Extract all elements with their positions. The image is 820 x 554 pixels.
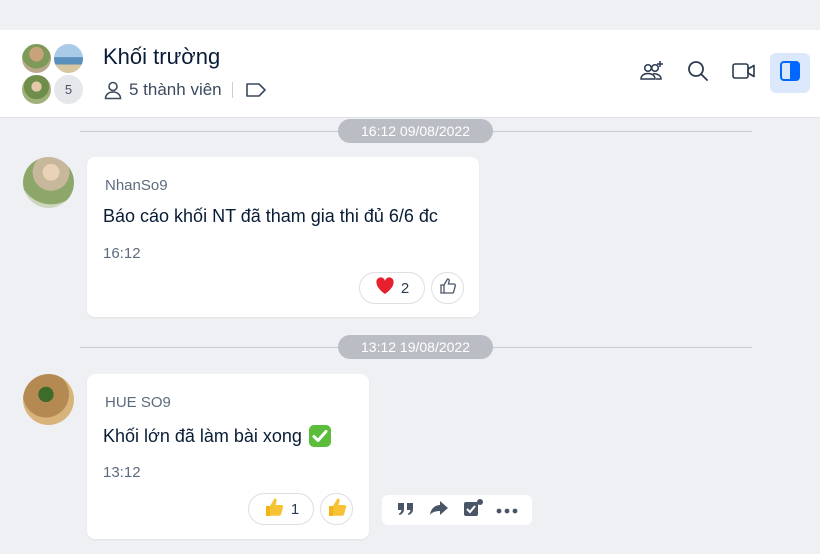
chat-header: 5 Khối trường 5 thành viên — [0, 30, 820, 118]
video-call-button[interactable] — [724, 53, 764, 93]
member-count: 5 thành viên — [129, 80, 222, 99]
reaction-badge[interactable]: 1 — [248, 493, 314, 525]
member-avatar — [20, 42, 53, 75]
message-time: 16:12 — [103, 245, 141, 262]
message-time: 13:12 — [103, 464, 141, 481]
thumbs-up-icon — [263, 496, 285, 522]
reaction-count: 2 — [400, 279, 410, 297]
task-icon[interactable] — [462, 498, 484, 523]
label-tag-icon[interactable] — [245, 82, 267, 98]
divider — [231, 82, 233, 98]
add-member-button[interactable] — [632, 53, 672, 93]
message-text: Khối lớn đã làm bài xong — [103, 425, 302, 446]
forward-icon[interactable] — [428, 499, 450, 522]
extra-member-count: 5 — [52, 73, 85, 106]
message-bubble[interactable]: NhanSo9 Báo cáo khối NT đã tham gia thi … — [87, 157, 479, 317]
date-separator: 16:12 09/08/2022 — [338, 119, 493, 143]
date-separator: 13:12 19/08/2022 — [338, 335, 493, 359]
group-avatar[interactable]: 5 — [20, 42, 90, 108]
sender-avatar[interactable] — [23, 374, 74, 425]
add-member-icon — [639, 59, 665, 88]
group-meta: 5 thành viên — [103, 80, 267, 100]
search-button[interactable] — [678, 53, 718, 93]
sender-name: HUE SO9 — [105, 394, 171, 411]
message-text-row: Khối lớn đã làm bài xong — [103, 424, 332, 448]
member-avatar — [20, 73, 53, 106]
more-icon[interactable] — [496, 501, 518, 519]
group-title[interactable]: Khối trường — [103, 44, 220, 70]
check-mark-icon — [308, 424, 332, 448]
reaction-badge[interactable]: 2 — [359, 272, 425, 304]
person-icon — [103, 80, 123, 100]
top-strip — [0, 0, 820, 30]
message-bubble[interactable]: HUE SO9 Khối lớn đã làm bài xong 13:12 1 — [87, 374, 369, 539]
quote-icon[interactable] — [396, 499, 416, 522]
reaction-count: 1 — [290, 500, 300, 518]
react-button[interactable] — [320, 493, 353, 525]
sender-name: NhanSo9 — [105, 177, 168, 194]
sender-avatar[interactable] — [23, 157, 74, 208]
search-icon — [686, 59, 710, 88]
members-button[interactable]: 5 thành viên — [103, 80, 222, 100]
message-text: Báo cáo khối NT đã tham gia thi đủ 6/6 đ… — [103, 206, 438, 226]
thumbs-up-icon — [326, 496, 348, 522]
sidebar-toggle-button[interactable] — [770, 53, 810, 93]
react-button[interactable] — [431, 272, 464, 304]
message-actions — [382, 495, 532, 525]
video-call-icon — [731, 60, 757, 87]
member-avatar — [52, 42, 85, 75]
heart-icon — [375, 277, 395, 299]
sidebar-toggle-icon — [779, 60, 801, 87]
thumbs-up-outline-icon — [439, 277, 457, 299]
header-actions — [632, 53, 810, 93]
